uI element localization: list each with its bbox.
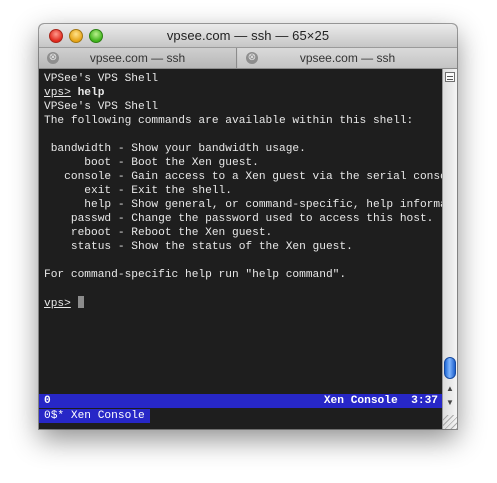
terminal-line: vps>: [44, 296, 442, 310]
terminal-line: status - Show the status of the Xen gues…: [44, 241, 353, 253]
terminal-line: boot - Boot the Xen guest.: [44, 157, 259, 169]
shell-prompt: vps>: [44, 298, 71, 310]
vertical-scrollbar[interactable]: ▲ ▼: [442, 69, 457, 429]
screen-status-bar: 0 Xen Console 3:37: [39, 394, 442, 408]
shell-prompt: vps>: [44, 87, 71, 99]
terminal-line: vps> help: [44, 86, 442, 100]
title-bar[interactable]: vpsee.com — ssh — 65×25: [39, 24, 457, 48]
tab-label: vpsee.com — ssh: [89, 51, 186, 65]
terminal-line: help - Show general, or command-specific…: [44, 199, 457, 211]
terminal-window: vpsee.com — ssh — 65×25 ⊗ vpsee.com — ss…: [39, 24, 457, 429]
scroll-up-icon[interactable]: ▲: [443, 383, 457, 395]
terminal-line: exit - Exit the shell.: [44, 185, 232, 197]
terminal-line: reboot - Reboot the Xen guest.: [44, 227, 273, 239]
terminal-line: console - Gain access to a Xen guest via…: [44, 171, 457, 183]
screen-window-list: 0$* Xen Console: [39, 409, 150, 423]
window-number: 0: [44, 395, 51, 407]
tab-ssh-2[interactable]: ⊗ vpsee.com — ssh: [238, 48, 457, 68]
text-cursor: [77, 296, 84, 308]
typed-command: help: [70, 87, 105, 99]
terminal-line: For command-specific help run "help comm…: [44, 269, 347, 281]
terminal-line: VPSee's VPS Shell: [44, 73, 159, 85]
tab-label: vpsee.com — ssh: [299, 51, 396, 65]
tab-ssh-1[interactable]: ⊗ vpsee.com — ssh: [39, 48, 237, 68]
terminal-line: The following commands are available wit…: [44, 115, 414, 127]
terminal-line: VPSee's VPS Shell: [44, 101, 159, 113]
tab-bar: ⊗ vpsee.com — ssh ⊗ vpsee.com — ssh: [39, 48, 457, 69]
scroll-thumb[interactable]: [444, 357, 456, 379]
window-name: Xen Console: [323, 395, 398, 407]
clock: 3:37: [411, 395, 438, 407]
scroll-down-icon[interactable]: ▼: [443, 397, 457, 409]
resize-grip-icon[interactable]: [443, 415, 457, 429]
window-title: vpsee.com — ssh — 65×25: [166, 28, 330, 43]
split-pane-icon[interactable]: [445, 72, 455, 82]
terminal-line: bandwidth - Show your bandwidth usage.: [44, 143, 306, 155]
terminal-line: passwd - Change the password used to acc…: [44, 213, 434, 225]
terminal-output[interactable]: VPSee's VPS Shell vps> help VPSee's VPS …: [39, 69, 457, 429]
